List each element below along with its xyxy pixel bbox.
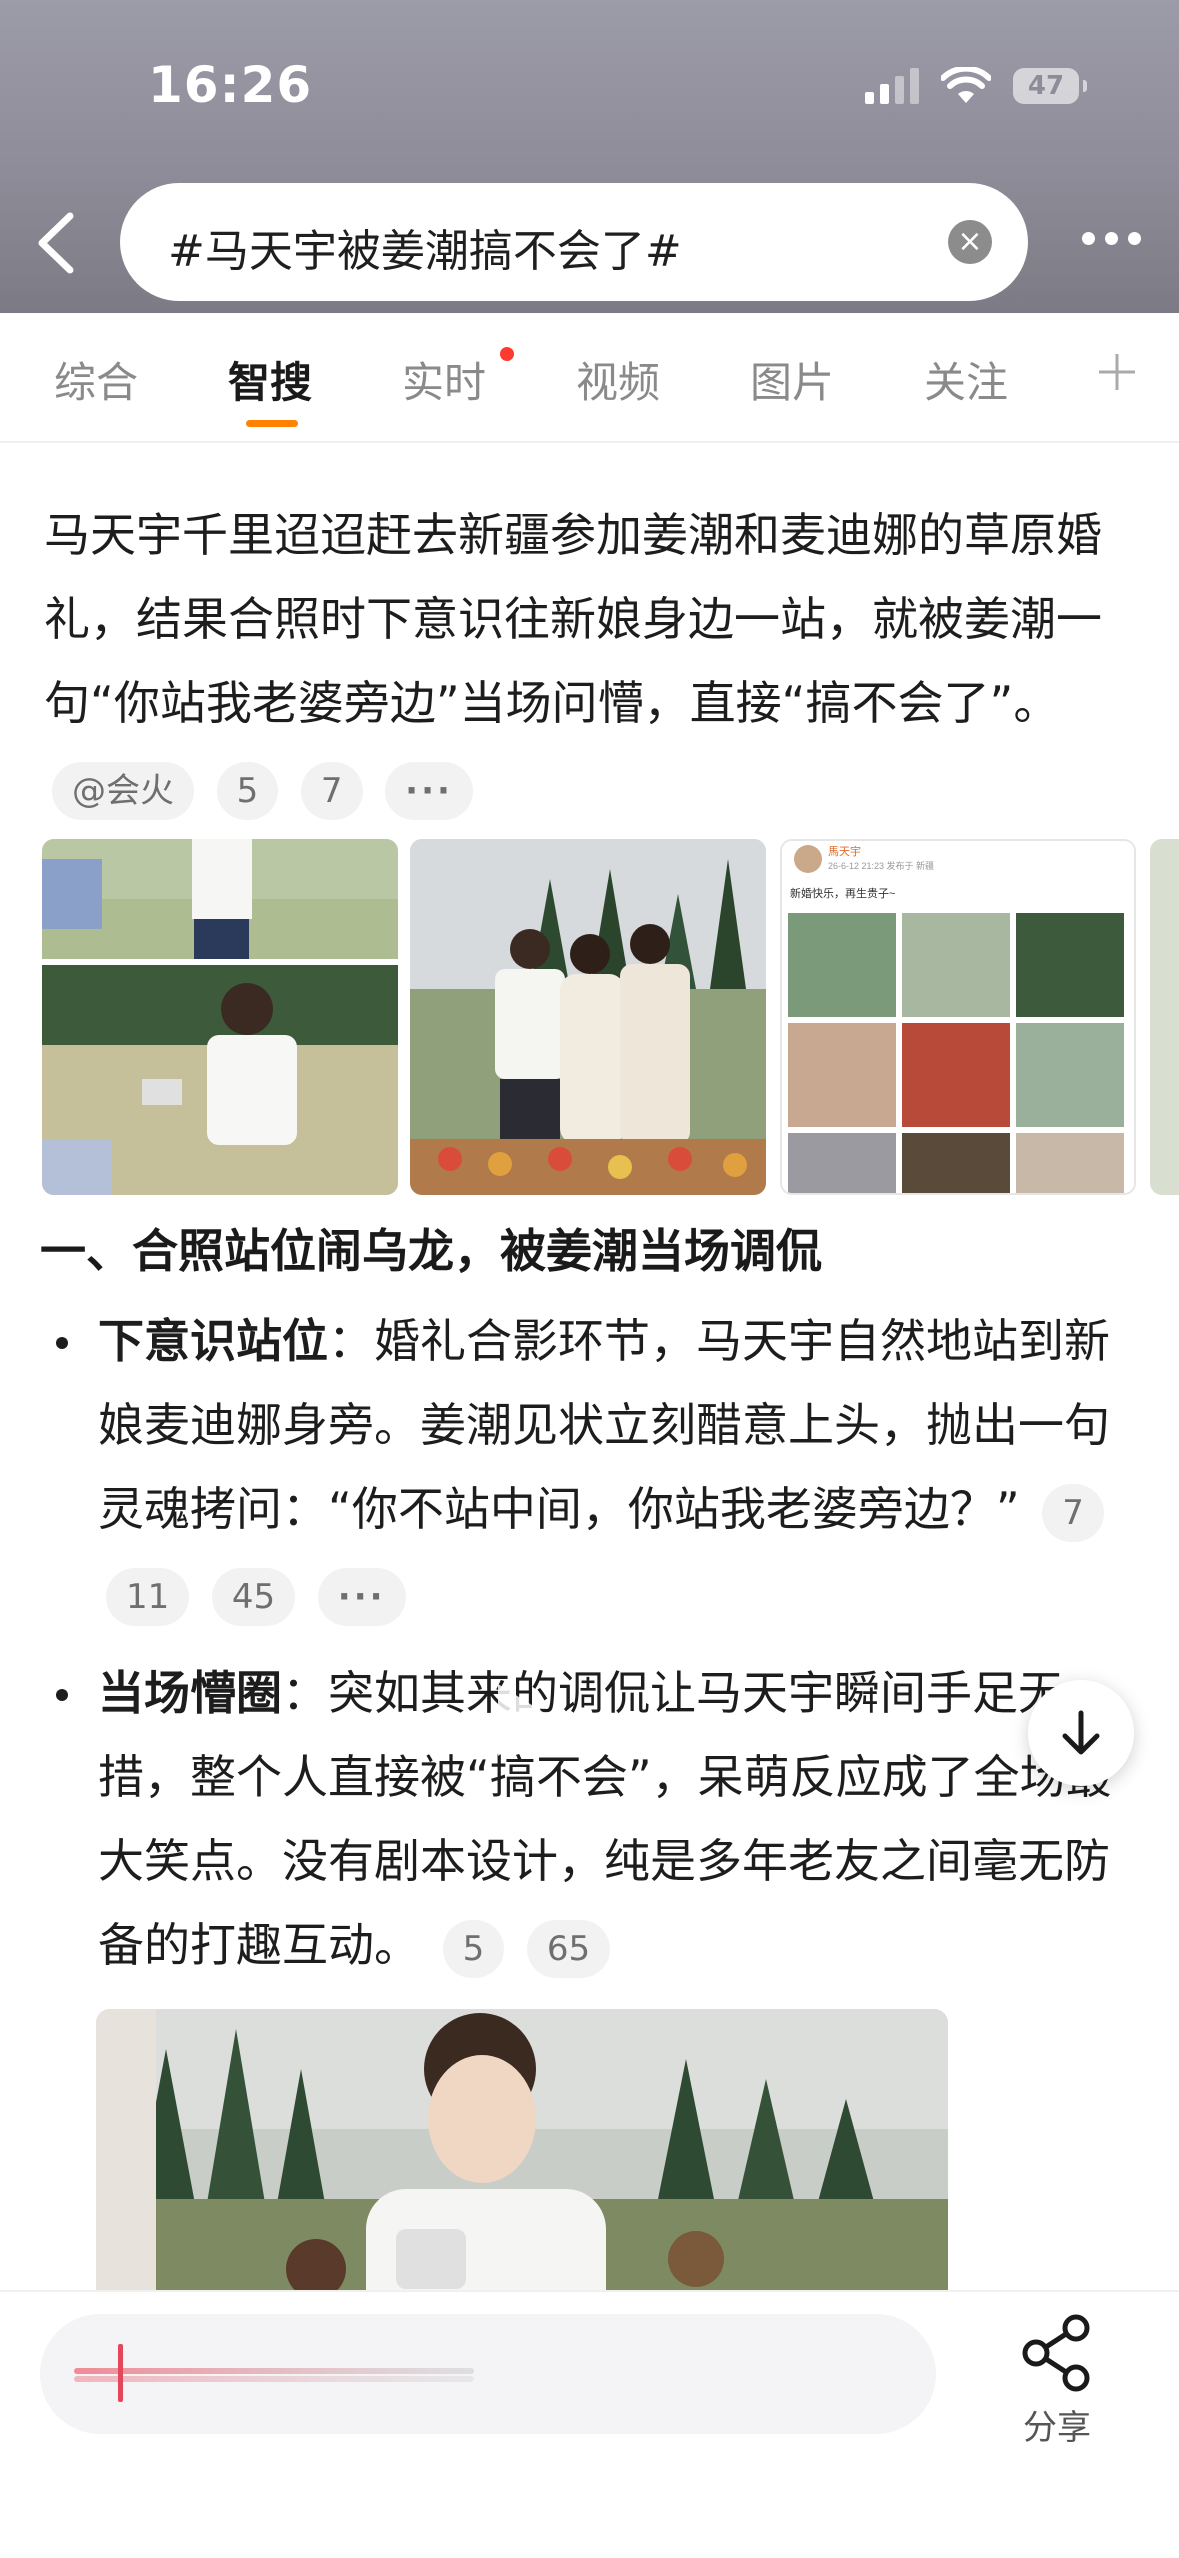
add-tab-icon[interactable] <box>1095 350 1139 394</box>
post-caption: 新婚快乐，再生贵子~ <box>790 886 895 900</box>
bullet-title: 当场懵圈 <box>98 1666 282 1720</box>
share-label: 分享 <box>1023 2408 1091 2448</box>
status-time: 16:26 <box>148 56 313 114</box>
scroll-down-button[interactable] <box>1028 1680 1134 1786</box>
search-input[interactable]: #马天宇被姜潮搞不会了# × <box>120 183 1028 301</box>
play-icon[interactable] <box>490 1680 560 1760</box>
image-thumbnail[interactable] <box>42 839 398 1195</box>
image-thumbnail[interactable] <box>410 839 766 1195</box>
image-thumbnail[interactable] <box>1150 839 1179 1195</box>
mention-chip[interactable]: @会火 <box>52 761 194 820</box>
intro-paragraph: 马天宇千里迢迢赶去新疆参加姜潮和麦迪娜的草原婚礼，结果合照时下意识往新娘身边一站… <box>44 493 1134 829</box>
waveform-icon <box>74 2344 474 2402</box>
tab-comprehensive[interactable]: 综合 <box>54 349 138 410</box>
tab-images[interactable]: 图片 <box>750 349 834 410</box>
bottom-bar: 分享 <box>0 2290 1179 2558</box>
bullet-item: 下意识站位：婚礼合影环节，马天宇自然地站到新娘麦迪娜身旁。姜潮见状立刻醋意上头，… <box>56 1299 1128 1635</box>
tab-bar: 综合 智搜 实时 视频 图片 关注 <box>0 313 1179 443</box>
tab-smart-search[interactable]: 智搜 <box>228 349 312 410</box>
more-sources-chip[interactable]: ··· <box>385 761 473 820</box>
cellular-signal-icon <box>865 68 919 104</box>
audio-playback-bar[interactable] <box>40 2314 936 2434</box>
video-thumbnail[interactable] <box>96 2009 948 2290</box>
search-query: #马天宇被姜潮搞不会了# <box>168 226 682 277</box>
more-options-icon[interactable] <box>1082 232 1141 245</box>
tab-realtime[interactable]: 实时 <box>402 349 486 410</box>
battery-icon: 47 <box>1013 68 1087 104</box>
clear-search-icon[interactable]: × <box>948 220 992 264</box>
tab-video[interactable]: 视频 <box>576 349 660 410</box>
more-sources-chip[interactable]: ··· <box>317 1567 406 1626</box>
header-area: 16:26 47 #马天宇被姜潮搞不会了# × <box>0 0 1179 313</box>
source-chip[interactable]: 65 <box>526 1919 611 1978</box>
section-heading: 一、合照站位闹乌龙，被姜潮当场调侃 <box>40 1224 822 1278</box>
source-chip[interactable]: 7 <box>1042 1483 1104 1542</box>
wifi-icon <box>941 67 991 103</box>
share-button[interactable]: 分享 <box>1012 2314 1102 2449</box>
post-time: 26-6-12 21:23 发布于 新疆 <box>828 860 934 871</box>
source-chip[interactable]: 11 <box>106 1567 190 1626</box>
source-chip[interactable]: 45 <box>211 1567 296 1626</box>
source-chip[interactable]: 7 <box>300 761 363 820</box>
source-chip[interactable]: 5 <box>442 1919 505 1978</box>
image-thumbnail[interactable]: 馬天宇 26-6-12 21:23 发布于 新疆 新婚快乐，再生贵子~ <box>780 839 1136 1195</box>
intro-text: 马天宇千里迢迢赶去新疆参加姜潮和麦迪娜的草原婚礼，结果合照时下意识往新娘身边一站… <box>44 508 1102 730</box>
back-arrow-icon[interactable] <box>26 208 86 278</box>
bullet-title: 下意识站位 <box>98 1314 328 1368</box>
source-chip[interactable]: 5 <box>216 761 279 820</box>
active-tab-indicator <box>246 420 298 427</box>
tab-following[interactable]: 关注 <box>924 349 1008 410</box>
arrow-down-icon <box>1062 1710 1100 1755</box>
post-username: 馬天宇 <box>828 845 861 858</box>
share-icon <box>1022 2314 1090 2392</box>
new-content-badge <box>500 347 514 361</box>
image-strip: 馬天宇 26-6-12 21:23 发布于 新疆 新婚快乐，再生贵子~ <box>42 839 1179 1195</box>
status-icons: 47 <box>865 64 1087 108</box>
search-results: 马天宇千里迢迢赶去新疆参加姜潮和麦迪娜的草原婚礼，结果合照时下意识往新娘身边一站… <box>0 443 1179 2290</box>
bullet-item: 当场懵圈：突如其来的调侃让马天宇瞬间手足无措，整个人直接被“搞不会”，呆萌反应成… <box>56 1651 1128 1987</box>
